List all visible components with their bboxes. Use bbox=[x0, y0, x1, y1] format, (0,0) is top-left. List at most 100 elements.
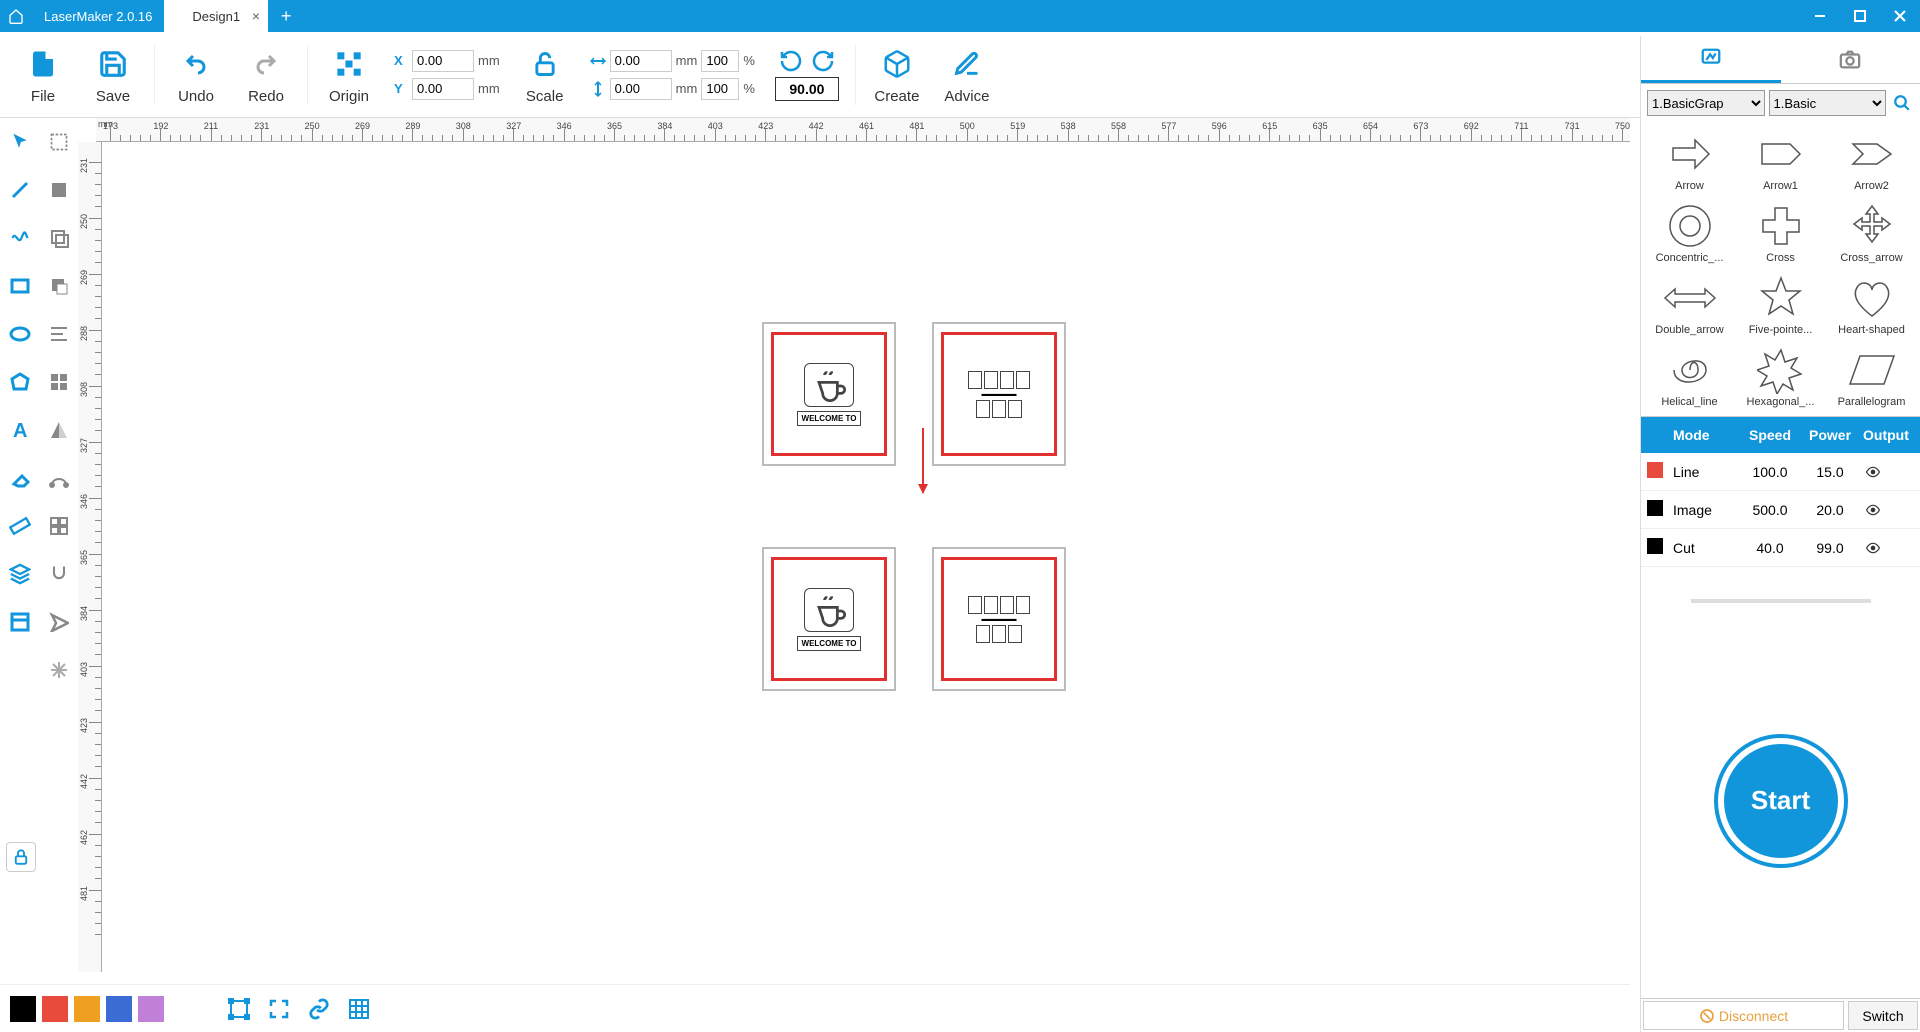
mode-row-image[interactable]: Image500.020.0 bbox=[1641, 491, 1920, 529]
close-icon[interactable]: × bbox=[252, 8, 260, 24]
scale-button[interactable]: Scale bbox=[510, 35, 580, 115]
shape-fivepointe[interactable]: Five-pointe... bbox=[1736, 270, 1825, 340]
undo-button[interactable]: Undo bbox=[161, 35, 231, 115]
design-thumb-4[interactable]: ▬▬▬▬▬ bbox=[932, 547, 1066, 691]
dimension-inputs: mm % mm % bbox=[590, 50, 755, 100]
shape-arrow[interactable]: Arrow bbox=[1645, 126, 1734, 196]
width-icon bbox=[590, 55, 606, 67]
shape-hexagonal[interactable]: Hexagonal_... bbox=[1736, 342, 1825, 412]
shape-heartshaped[interactable]: Heart-shaped bbox=[1827, 270, 1916, 340]
right-panel: 1.BasicGrap 1.Basic ArrowArrow1Arrow2 Con… bbox=[1640, 36, 1920, 1032]
design-thumb-3[interactable]: WELCOME TO bbox=[762, 547, 896, 691]
bounds-icon[interactable] bbox=[224, 994, 254, 1024]
subtract-tool[interactable] bbox=[39, 262, 78, 310]
table-icon[interactable] bbox=[344, 994, 374, 1024]
origin-button[interactable]: Origin bbox=[314, 35, 384, 115]
polygon-tool[interactable] bbox=[0, 358, 39, 406]
height-input[interactable] bbox=[610, 78, 672, 100]
position-inputs: Xmm Ymm bbox=[394, 50, 500, 100]
tab-label: Design1 bbox=[192, 9, 240, 24]
tab-camera[interactable] bbox=[1781, 36, 1920, 83]
x-input[interactable] bbox=[412, 50, 474, 72]
shape-doublearrow[interactable]: Double_arrow bbox=[1645, 270, 1734, 340]
rotation-input[interactable] bbox=[775, 77, 839, 101]
mirror-tool[interactable] bbox=[39, 406, 78, 454]
rotate-ccw-icon[interactable] bbox=[779, 49, 803, 73]
frame-tool[interactable] bbox=[0, 598, 39, 646]
lock-icon[interactable] bbox=[6, 842, 36, 872]
height-percent-input[interactable] bbox=[701, 78, 739, 100]
shape-arrow2[interactable]: Arrow2 bbox=[1827, 126, 1916, 196]
design-thumb-2[interactable]: ▬▬▬▬▬ bbox=[932, 322, 1066, 466]
y-label: Y bbox=[394, 81, 408, 96]
svg-text:A: A bbox=[13, 420, 27, 440]
category-select-2[interactable]: 1.Basic bbox=[1769, 90, 1887, 116]
start-button[interactable]: Start bbox=[1718, 738, 1844, 864]
search-icon[interactable] bbox=[1890, 91, 1914, 115]
mode-row-cut[interactable]: Cut40.099.0 bbox=[1641, 529, 1920, 567]
array-tool[interactable] bbox=[39, 502, 78, 550]
rotate-cw-icon[interactable] bbox=[811, 49, 835, 73]
minimize-icon[interactable] bbox=[1800, 0, 1840, 32]
vertical-ruler: 2312502692883083273463653844034234424624… bbox=[78, 142, 102, 972]
left-toolbox: A bbox=[0, 118, 78, 878]
advice-button[interactable]: Advice bbox=[932, 35, 1002, 115]
align-tool[interactable] bbox=[39, 310, 78, 358]
ellipse-tool[interactable] bbox=[0, 310, 39, 358]
copy-tool[interactable] bbox=[39, 214, 78, 262]
maximize-icon[interactable] bbox=[1840, 0, 1880, 32]
color-swatch-1[interactable] bbox=[42, 996, 68, 1022]
disconnect-button[interactable]: Disconnect bbox=[1643, 1001, 1844, 1030]
y-input[interactable] bbox=[412, 78, 474, 100]
ruler-tool[interactable] bbox=[0, 502, 39, 550]
design-canvas[interactable]: WELCOME TO ▬▬▬▬▬ WELCOME TO ▬▬▬▬▬ bbox=[102, 142, 1630, 972]
marquee-tool[interactable] bbox=[39, 118, 78, 166]
main-toolbar: File Save Undo Redo Origin Xmm Ymm Scale… bbox=[0, 32, 1920, 118]
bottom-bar bbox=[0, 984, 1630, 1032]
eraser-tool[interactable] bbox=[0, 454, 39, 502]
curve-tool[interactable] bbox=[0, 214, 39, 262]
select-tool[interactable] bbox=[0, 118, 39, 166]
fill-tool[interactable] bbox=[39, 166, 78, 214]
width-input[interactable] bbox=[610, 50, 672, 72]
close-window-icon[interactable] bbox=[1880, 0, 1920, 32]
switch-button[interactable]: Switch bbox=[1848, 1001, 1918, 1030]
line-tool[interactable] bbox=[0, 166, 39, 214]
tab-library[interactable] bbox=[1641, 36, 1781, 83]
mode-row-line[interactable]: Line100.015.0 bbox=[1641, 453, 1920, 491]
shape-parallelogram[interactable]: Parallelogram bbox=[1827, 342, 1916, 412]
new-tab-button[interactable]: + bbox=[274, 6, 298, 27]
create-button[interactable]: Create bbox=[862, 35, 932, 115]
color-swatch-3[interactable] bbox=[106, 996, 132, 1022]
color-swatch-0[interactable] bbox=[10, 996, 36, 1022]
category-select-1[interactable]: 1.BasicGrap bbox=[1647, 90, 1765, 116]
text-tool[interactable]: A bbox=[0, 406, 39, 454]
document-tab[interactable]: Design1 × bbox=[164, 0, 268, 32]
layers-tool[interactable] bbox=[0, 550, 39, 598]
file-button[interactable]: File bbox=[8, 35, 78, 115]
rect-tool[interactable] bbox=[0, 262, 39, 310]
red-arrow-icon bbox=[922, 428, 924, 493]
width-percent-input[interactable] bbox=[701, 50, 739, 72]
home-icon[interactable] bbox=[0, 0, 32, 32]
shape-arrow1[interactable]: Arrow1 bbox=[1736, 126, 1825, 196]
color-swatch-2[interactable] bbox=[74, 996, 100, 1022]
shape-helicalline[interactable]: Helical_line bbox=[1645, 342, 1734, 412]
spark-tool[interactable] bbox=[39, 646, 78, 694]
shape-concentric[interactable]: Concentric_... bbox=[1645, 198, 1734, 268]
path-edit-tool[interactable] bbox=[39, 454, 78, 502]
link-icon[interactable] bbox=[304, 994, 334, 1024]
send-tool[interactable] bbox=[39, 598, 78, 646]
shape-crossarrow[interactable]: Cross_arrow bbox=[1827, 198, 1916, 268]
shape-cross[interactable]: Cross bbox=[1736, 198, 1825, 268]
magnet-tool[interactable] bbox=[39, 550, 78, 598]
grid-tool[interactable] bbox=[39, 358, 78, 406]
design-thumb-1[interactable]: WELCOME TO bbox=[762, 322, 896, 466]
horizontal-ruler: mm 1731922112312502692893083273463653844… bbox=[96, 118, 1630, 142]
height-icon bbox=[590, 81, 606, 97]
save-button[interactable]: Save bbox=[78, 35, 148, 115]
redo-button[interactable]: Redo bbox=[231, 35, 301, 115]
color-swatch-4[interactable] bbox=[138, 996, 164, 1022]
focus-icon[interactable] bbox=[264, 994, 294, 1024]
titlebar: LaserMaker 2.0.16 Design1 × + bbox=[0, 0, 1920, 32]
